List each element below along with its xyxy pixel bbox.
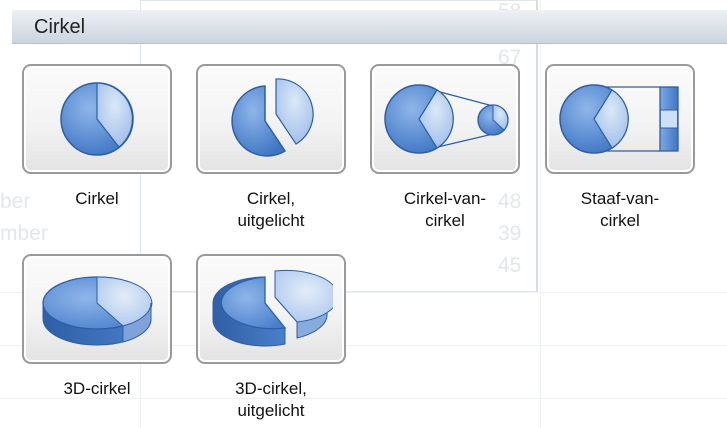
chart-type-label: Cirkel-van- cirkel (403, 189, 487, 230)
chart-type-label: Cirkel, uitgelicht (237, 189, 305, 230)
chart-type-pie-of-pie[interactable]: Cirkel-van- cirkel (370, 64, 524, 232)
chart-type-exploded-pie[interactable]: Cirkel, uitgelicht (196, 64, 350, 232)
ghost-word: mber (0, 222, 48, 245)
chart-type-3d-exploded-pie-button[interactable] (196, 254, 346, 364)
chart-type-label: 3D-cirkel, uitgelicht (235, 379, 307, 420)
chart-type-3d-exploded-pie[interactable]: 3D-cirkel, uitgelicht (196, 254, 350, 422)
chart-type-pie[interactable]: Cirkel (22, 64, 176, 210)
section-header: Cirkel (12, 10, 727, 44)
ghost-number: 45 (498, 254, 522, 277)
exploded-pie-chart-icon (231, 78, 314, 157)
chart-type-3d-pie[interactable]: 3D-cirkel (22, 254, 176, 400)
3d-exploded-pie-chart-icon (212, 269, 333, 347)
chart-type-exploded-pie-button[interactable] (196, 64, 346, 174)
section-title: Cirkel (34, 16, 86, 38)
pie-of-pie-chart-icon (384, 84, 509, 154)
chart-type-pie-of-pie-button[interactable] (370, 64, 520, 174)
bar-of-pie-chart-icon (559, 84, 679, 154)
chart-type-label: 3D-cirkel (63, 379, 131, 398)
pie-chart-icon (60, 82, 134, 156)
chart-type-bar-of-pie-button[interactable] (545, 64, 695, 174)
chart-type-pie-button[interactable] (22, 64, 172, 174)
3d-pie-chart-icon (42, 276, 153, 346)
chart-type-label: Staaf-van- cirkel (580, 189, 660, 230)
chart-type-label: Cirkel (75, 189, 119, 208)
chart-type-3d-pie-button[interactable] (22, 254, 172, 364)
chart-type-bar-of-pie[interactable]: Staaf-van- cirkel (545, 64, 699, 232)
